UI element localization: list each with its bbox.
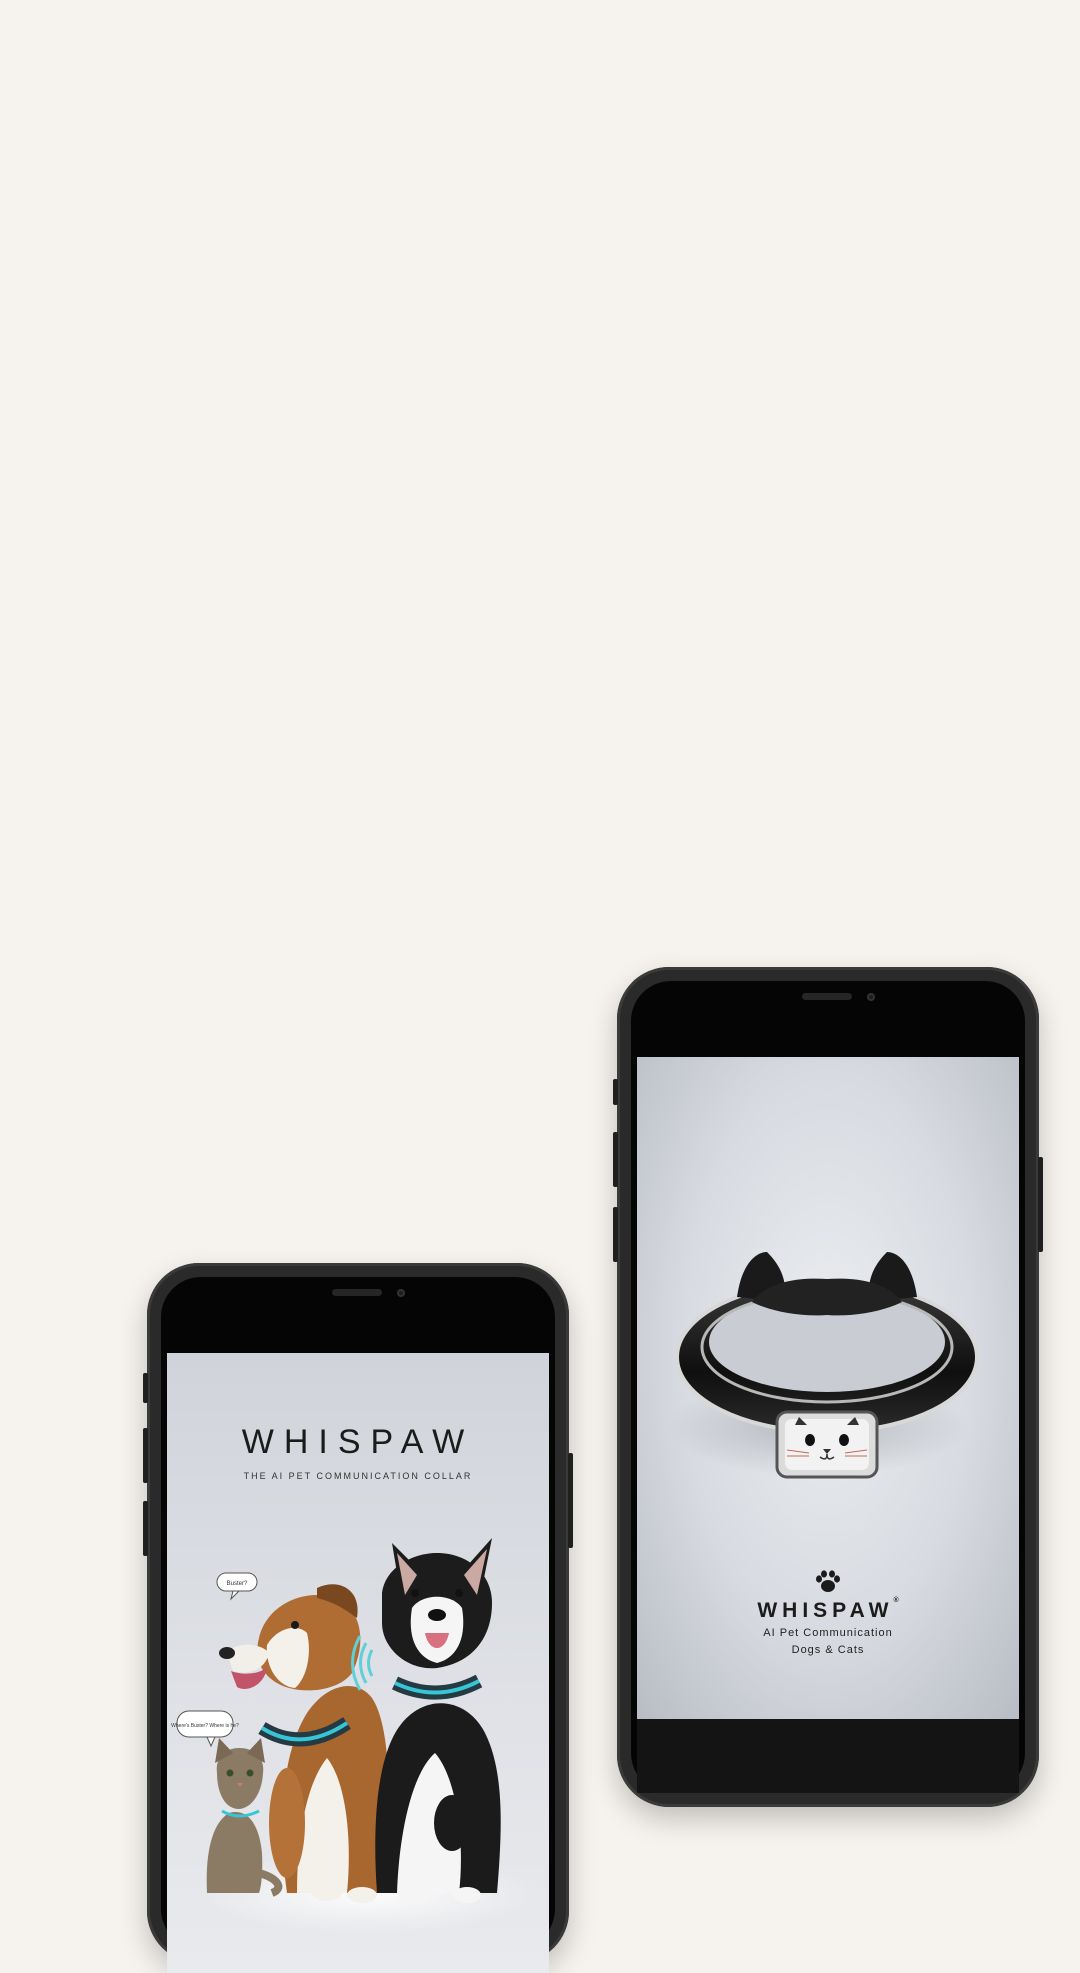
volume-up-button (143, 1428, 148, 1483)
volume-down-button (613, 1207, 618, 1262)
brand-title-text: WHISPAW (757, 1599, 894, 1622)
tagline-line-2: Dogs & Cats (791, 1644, 865, 1656)
mute-switch (613, 1079, 618, 1105)
speech-bubble-dog-text: Buster? (227, 1581, 248, 1587)
earpiece-speaker (802, 993, 852, 1000)
phone-chin (637, 1719, 1019, 1793)
mute-switch (143, 1373, 148, 1403)
pets-illustration: Buster? Where's Buster? Where is he? (171, 1538, 537, 1933)
speech-bubble-cat-text: Where's Buster? Where is he? (171, 1723, 239, 1729)
brand-block: WHISPAW® AI Pet Communication Dogs & Cat… (637, 1569, 1019, 1657)
tagline-line-1: AI Pet Communication (763, 1627, 893, 1639)
paw-icon (816, 1570, 840, 1592)
phone-mockup-left: WHISPAW THE AI PET COMMUNICATION COLLAR (143, 1263, 573, 1973)
husky-image (375, 1538, 501, 1903)
speech-bubble-cat: Where's Buster? Where is he? (171, 1710, 239, 1748)
front-camera (397, 1289, 405, 1297)
volume-up-button (613, 1132, 618, 1187)
power-button (568, 1453, 573, 1548)
phone-mockup-right: WHISPAW® AI Pet Communication Dogs & Cat… (613, 967, 1043, 1807)
power-button (1038, 1157, 1043, 1252)
phone-screen: WHISPAW® AI Pet Communication Dogs & Cat… (637, 1057, 1019, 1719)
speech-bubble-dog: Buster? (216, 1572, 258, 1601)
trademark-symbol: ® (893, 1597, 899, 1604)
brand-title: WHISPAW® (637, 1597, 1019, 1623)
front-camera (867, 993, 875, 1001)
volume-down-button (143, 1501, 148, 1556)
cat-face-icon (775, 1410, 879, 1479)
phone-screen: WHISPAW THE AI PET COMMUNICATION COLLAR (167, 1353, 549, 1973)
earpiece-speaker (332, 1289, 382, 1296)
